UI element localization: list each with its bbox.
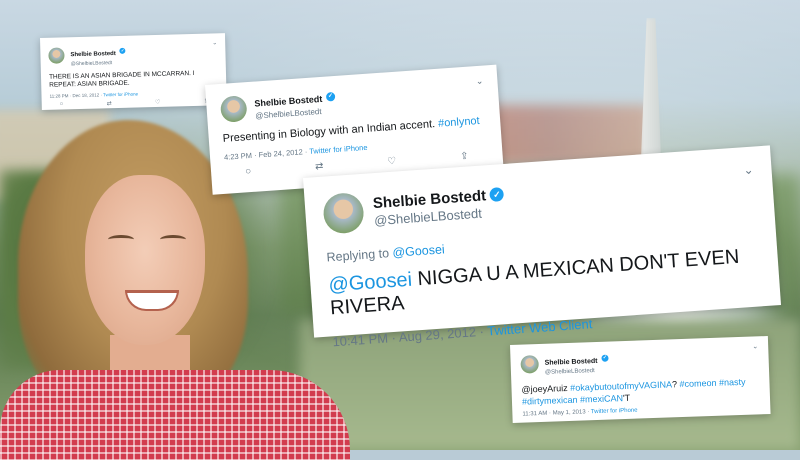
tweet-header: Shelbie Bostedt✓ @ShelbieLBostedt — [520, 344, 759, 376]
hashtag-link[interactable]: #dirtymexican — [522, 395, 578, 407]
reply-icon[interactable]: ○ — [245, 166, 252, 177]
left-eye — [108, 235, 134, 244]
verified-badge-icon: ✓ — [601, 354, 609, 363]
mention-link[interactable]: @joeyAruiz — [521, 383, 567, 395]
tweet-text: @joeyAruiz #okaybutoutofmyVAGINA? #comeo… — [521, 375, 760, 408]
tweet-card-hashtags: ⌄ Shelbie Bostedt ✓ @ShelbieLBostedt @joe… — [510, 335, 771, 423]
source-link[interactable]: Twitter for iPhone — [591, 408, 638, 416]
like-icon[interactable]: ♡ — [155, 99, 161, 106]
hashtag-link[interactable]: #nasty — [719, 377, 746, 388]
chevron-down-icon[interactable]: ⌄ — [743, 163, 754, 178]
source-link[interactable]: Twitter for iPhone — [103, 91, 138, 97]
handle[interactable]: @ShelbieLBostedt — [71, 60, 126, 67]
tweet-tail-text: 'T — [622, 392, 631, 404]
avatar[interactable] — [322, 191, 365, 235]
reply-to-mention-link[interactable]: @Goosei — [392, 242, 445, 260]
tweet-text: THERE IS AN ASIAN BRIGADE IN MCCARRAN. I… — [48, 69, 195, 90]
verified-badge-icon: ✓ — [119, 47, 126, 54]
hashtag-link[interactable]: #onlynot — [438, 115, 480, 130]
face — [85, 175, 205, 345]
verified-badge-icon: ✓ — [489, 187, 505, 203]
like-icon[interactable]: ♡ — [387, 156, 397, 168]
display-name[interactable]: Shelbie Bostedt — [254, 94, 323, 109]
replying-to-label: Replying to — [326, 245, 393, 265]
source-link[interactable]: Twitter for iPhone — [309, 143, 368, 156]
chevron-down-icon[interactable]: ⌄ — [752, 342, 758, 350]
tweet-header: Shelbie Bostedt ✓ @ShelbieLBostedt — [48, 39, 218, 67]
display-name[interactable]: Shelbie Bostedt — [70, 51, 115, 58]
reply-icon[interactable]: ○ — [60, 101, 64, 108]
right-eye — [160, 235, 186, 244]
hashtag-link[interactable]: #comeon — [679, 378, 716, 389]
chevron-down-icon[interactable]: ⌄ — [475, 76, 483, 87]
avatar[interactable] — [520, 355, 539, 374]
avatar[interactable] — [219, 94, 248, 123]
tweet-card-asian-brigade: ⌄ Shelbie Bostedt ✓ @ShelbieLBostedt THER… — [40, 33, 227, 110]
tweet-header: Shelbie Bostedt✓ @ShelbieLBostedt — [219, 78, 485, 123]
verified-badge-icon: ✓ — [325, 92, 336, 102]
timestamp[interactable]: 4:23 PM · Feb 24, 2012 · — [224, 147, 310, 162]
handle[interactable]: @ShelbieLBostedt — [545, 368, 609, 376]
timestamp[interactable]: 11:31 AM · May 1, 2013 · — [522, 410, 591, 418]
retweet-icon[interactable]: ⇄ — [107, 100, 112, 107]
share-icon[interactable]: ⇪ — [460, 151, 469, 163]
display-name[interactable]: Shelbie Bostedt — [545, 358, 598, 367]
gingham-shirt — [0, 370, 350, 460]
chevron-down-icon[interactable]: ⌄ — [212, 39, 217, 46]
hashtag-link[interactable]: #mexiCAN — [580, 393, 623, 404]
retweet-icon[interactable]: ⇄ — [315, 161, 324, 173]
tweet-card-reply: ⌄ Shelbie Bostedt ✓ @ShelbieLBostedt Repl… — [303, 145, 782, 349]
hashtag-link[interactable]: #okaybutoutofmyVAGINA — [570, 379, 672, 393]
timestamp[interactable]: 11:28 PM · Dec 18, 2012 · — [49, 92, 103, 98]
avatar[interactable] — [48, 47, 65, 64]
